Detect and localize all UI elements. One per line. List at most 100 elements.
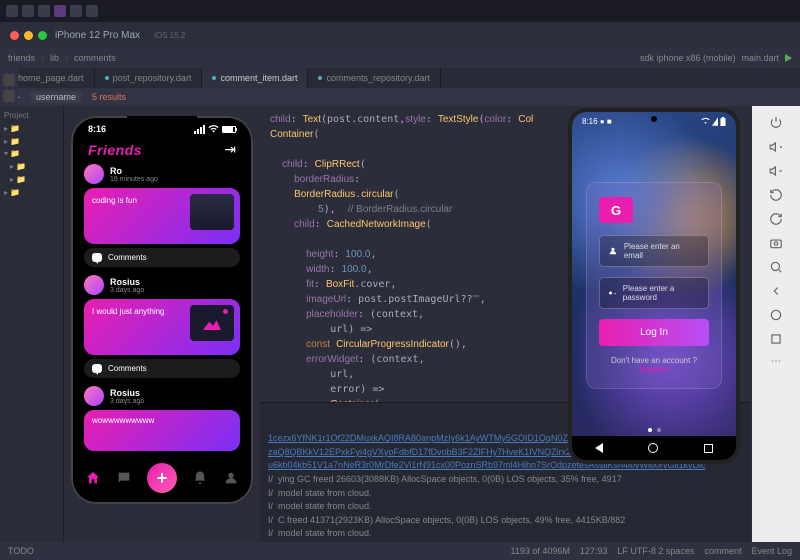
volume-down-icon[interactable] xyxy=(769,164,783,178)
email-placeholder: Please enter an email xyxy=(624,242,700,260)
android-home-button[interactable] xyxy=(648,443,658,453)
post-card[interactable]: I would just anything xyxy=(84,299,240,355)
browser-tab[interactable] xyxy=(6,5,18,17)
dart-file-icon xyxy=(105,76,109,80)
status-time: 8:16 xyxy=(88,124,106,134)
comment-icon xyxy=(92,364,102,373)
run-device-selector[interactable]: sdk iphone x86 (mobile) xyxy=(640,53,736,63)
avatar[interactable] xyxy=(84,275,104,295)
editor-tabs: home_page.dart post_repository.dart comm… xyxy=(0,68,800,88)
ide-toolbar: friends › lib › comments sdk iphone x86 … xyxy=(0,48,800,68)
google-signin-button[interactable]: G xyxy=(599,197,633,223)
context-indicator: comment xyxy=(704,546,741,556)
profile-tab-icon[interactable] xyxy=(223,470,239,486)
back-icon[interactable] xyxy=(769,284,783,298)
find-input[interactable]: username xyxy=(30,91,82,103)
close-window-button[interactable] xyxy=(10,31,19,40)
email-field[interactable]: Please enter an email xyxy=(599,235,709,267)
breadcrumb-root[interactable]: friends xyxy=(8,53,35,63)
post-item: Rosius 3 days ago wowwwwwwwww xyxy=(84,386,240,451)
rotate-left-icon[interactable] xyxy=(769,188,783,202)
file-tab[interactable]: comments_repository.dart xyxy=(308,68,440,88)
overview-icon[interactable] xyxy=(769,332,783,346)
post-item: Rosius 3 days ago I would just anything … xyxy=(84,275,240,378)
password-field[interactable]: Please enter a password xyxy=(599,277,709,309)
volume-up-icon[interactable] xyxy=(769,140,783,154)
user-icon xyxy=(608,246,618,256)
notifications-tab-icon[interactable] xyxy=(192,470,208,486)
chat-tab-icon[interactable] xyxy=(116,470,132,486)
register-link[interactable]: Register xyxy=(639,365,669,374)
emulator-toolbar: ⋯ xyxy=(752,106,800,542)
browser-tab-strip xyxy=(0,0,800,22)
todo-tool-button[interactable]: TODO xyxy=(8,546,34,556)
home-icon[interactable] xyxy=(769,308,783,322)
home-tab-icon[interactable] xyxy=(85,470,101,486)
simulator-subtitle: iOS 15.2 xyxy=(154,31,185,40)
event-log-button[interactable]: Event Log xyxy=(751,546,792,556)
breadcrumb-folder[interactable]: comments xyxy=(74,53,116,63)
simulator-title: iPhone 12 Pro Max xyxy=(55,30,140,41)
post-timestamp: 16 minutes ago xyxy=(110,176,158,183)
post-author: Rosius xyxy=(110,277,144,287)
battery-icon xyxy=(720,117,726,126)
dart-file-icon xyxy=(318,76,322,80)
zoom-icon[interactable] xyxy=(769,260,783,274)
structure-tool-button[interactable] xyxy=(3,90,15,102)
iphone-simulator: 8:16 Friends ⇥ Ro 16 m xyxy=(66,111,258,509)
wifi-icon xyxy=(701,117,710,125)
rotate-right-icon[interactable] xyxy=(769,212,783,226)
maximize-window-button[interactable] xyxy=(38,31,47,40)
avatar[interactable] xyxy=(84,164,104,184)
ide-status-bar: TODO 1193 of 4096M 127:93 LF UTF-8 2 spa… xyxy=(0,542,800,560)
project-tool-button[interactable] xyxy=(3,74,15,86)
post-thumbnail[interactable] xyxy=(190,194,234,230)
comment-icon xyxy=(92,253,102,262)
signal-icon xyxy=(712,117,718,126)
more-icon[interactable]: ⋯ xyxy=(771,356,781,367)
browser-tab[interactable] xyxy=(22,5,34,17)
post-caption: wowwwwwwwww xyxy=(92,416,232,425)
login-button[interactable]: Log In xyxy=(599,319,709,346)
password-placeholder: Please enter a password xyxy=(623,284,700,302)
project-tree[interactable]: Project ▸ 📁 ▸ 📁 ▾ 📁 ▸ 📁 ▸ 📁 ▸ 📁 xyxy=(0,106,63,204)
page-indicator xyxy=(572,428,736,432)
browser-tab[interactable] xyxy=(86,5,98,17)
browser-tab-active[interactable] xyxy=(54,5,66,17)
simulator-window-header: iPhone 12 Pro Max iOS 15.2 xyxy=(0,22,800,48)
camera-icon[interactable] xyxy=(769,236,783,250)
android-nav-bar xyxy=(572,436,736,460)
encoding-indicator[interactable]: LF UTF-8 2 spaces xyxy=(617,546,694,556)
signal-icon xyxy=(194,125,205,134)
post-feed[interactable]: Ro 16 minutes ago coding is fun Comments xyxy=(74,164,250,451)
breadcrumb-folder[interactable]: lib xyxy=(50,53,59,63)
run-entry[interactable]: main.dart xyxy=(741,53,779,63)
avatar[interactable] xyxy=(84,386,104,406)
power-icon[interactable] xyxy=(769,116,783,130)
project-sidebar: Project ▸ 📁 ▸ 📁 ▾ 📁 ▸ 📁 ▸ 📁 ▸ 📁 xyxy=(0,106,64,542)
app-logo: Friends xyxy=(88,142,142,158)
iphone-notch xyxy=(127,116,197,130)
create-post-button[interactable]: + xyxy=(147,463,177,493)
android-status-bar: 8:16 ● ■ xyxy=(572,112,736,130)
post-card[interactable]: coding is fun xyxy=(84,188,240,244)
logout-icon[interactable]: ⇥ xyxy=(224,141,236,158)
comments-button[interactable]: Comments xyxy=(84,248,240,267)
android-recents-button[interactable] xyxy=(704,444,713,453)
app-header: Friends ⇥ xyxy=(74,139,250,164)
browser-tab[interactable] xyxy=(70,5,82,17)
comments-button[interactable]: Comments xyxy=(84,359,240,378)
run-button-icon[interactable] xyxy=(785,54,792,62)
file-tab-active[interactable]: comment_item.dart xyxy=(202,68,308,88)
post-timestamp: 3 days ago xyxy=(110,398,144,405)
browser-tab[interactable] xyxy=(38,5,50,17)
post-thumbnail[interactable] xyxy=(190,305,234,341)
minimize-window-button[interactable] xyxy=(24,31,33,40)
signup-prompt: Don't have an account ? Register xyxy=(599,356,709,374)
status-time: 8:16 ● ■ xyxy=(582,117,612,126)
post-card[interactable]: wowwwwwwwww xyxy=(84,410,240,451)
android-back-button[interactable] xyxy=(595,443,603,453)
post-author: Ro xyxy=(110,166,158,176)
file-tab[interactable]: post_repository.dart xyxy=(95,68,203,88)
window-controls xyxy=(10,31,47,40)
